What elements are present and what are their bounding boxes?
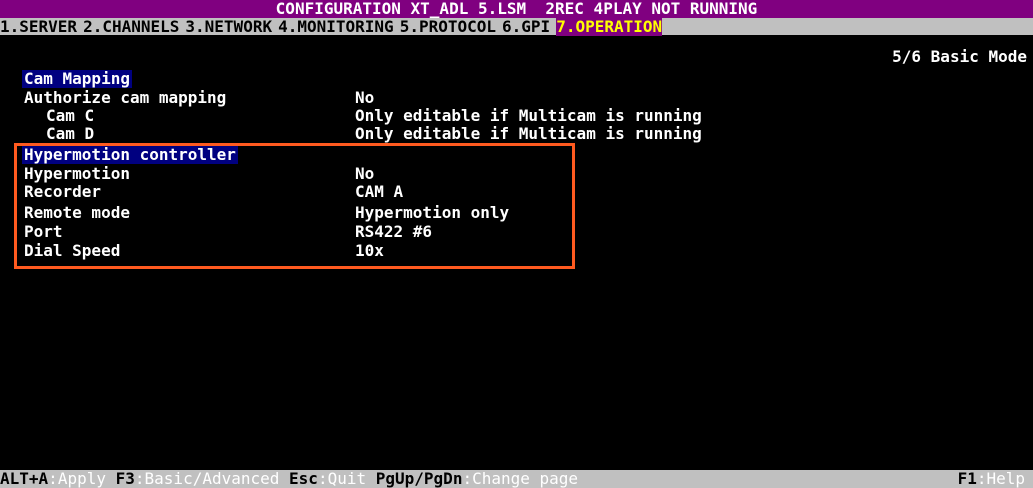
cam-c-value: Only editable if Multicam is running xyxy=(355,106,702,125)
page-indicator: 5/6 Basic Mode xyxy=(892,47,1027,66)
tab-bar: 1.SERVER 2.CHANNELS 3.NETWORK 4.MONITORING 5… xyxy=(0,17,1033,36)
dial-speed-label: Dial Speed xyxy=(24,241,121,260)
authorize-cam-mapping-value[interactable]: No xyxy=(355,89,374,107)
recorder-value[interactable]: CAM A xyxy=(355,183,403,201)
remote-mode-label: Remote mode xyxy=(24,203,130,222)
authorize-cam-mapping-label: Authorize cam mapping xyxy=(24,88,227,107)
hypermotion-value[interactable]: No xyxy=(355,165,374,183)
cam-d-value: Only editable if Multicam is running xyxy=(355,124,702,143)
port-value[interactable]: RS422 #6 xyxy=(355,223,432,241)
recorder-label: Recorder xyxy=(24,182,102,201)
dial-speed-value[interactable]: 10x xyxy=(355,242,384,260)
quit-shortcut[interactable]: Esc:Quit xyxy=(289,469,366,488)
tab-operation[interactable]: 7.OPERATION xyxy=(556,17,663,36)
quit-key: Esc xyxy=(289,469,318,488)
apply-shortcut[interactable]: ALT+A:Apply xyxy=(0,469,106,488)
tab-network[interactable]: 3.NETWORK xyxy=(185,17,272,36)
remote-mode-value[interactable]: Hypermotion only xyxy=(355,204,509,222)
mode-key: F3 xyxy=(115,469,135,488)
tab-gpi[interactable]: 6.GPI xyxy=(502,17,550,36)
cam-d-label: Cam D xyxy=(46,124,95,143)
help-key: F1 xyxy=(957,469,977,488)
help-shortcut[interactable]: F1:Help xyxy=(958,470,1025,488)
page-key: PgUp/PgDn xyxy=(375,469,463,488)
change-page-shortcut[interactable]: PgUp/PgDn:Change page xyxy=(376,469,578,488)
quit-separator: : xyxy=(317,469,328,488)
quit-label: Quit xyxy=(327,469,367,488)
hypermotion-label: Hypermotion xyxy=(24,164,130,183)
help-label: Help xyxy=(986,469,1025,488)
section-header-cam-mapping: Cam Mapping xyxy=(22,69,132,88)
page-separator: : xyxy=(462,469,473,488)
window-title: CONFIGURATION XT_ADL 5.LSM 2REC 4PLAY NO… xyxy=(0,0,1033,18)
tab-protocol[interactable]: 5.PROTOCOL xyxy=(400,17,496,36)
mode-label: Basic/Advanced xyxy=(144,469,280,488)
basic-advanced-shortcut[interactable]: F3:Basic/Advanced xyxy=(116,469,280,488)
section-header-hypermotion-controller: Hypermotion controller xyxy=(22,145,238,164)
apply-key: ALT+A xyxy=(0,469,49,488)
tab-server[interactable]: 1.SERVER xyxy=(0,17,77,36)
tab-monitoring[interactable]: 4.MONITORING xyxy=(278,17,394,36)
cam-c-label: Cam C xyxy=(46,106,95,125)
port-label: Port xyxy=(24,222,63,241)
page-label: Change page xyxy=(472,469,579,488)
tab-channels[interactable]: 2.CHANNELS xyxy=(83,17,179,36)
apply-label: Apply xyxy=(57,469,106,488)
mode-separator: : xyxy=(134,469,145,488)
apply-separator: : xyxy=(48,469,58,488)
status-bar: ALT+A:Apply F3:Basic/Advanced Esc:Quit P… xyxy=(0,470,1033,488)
